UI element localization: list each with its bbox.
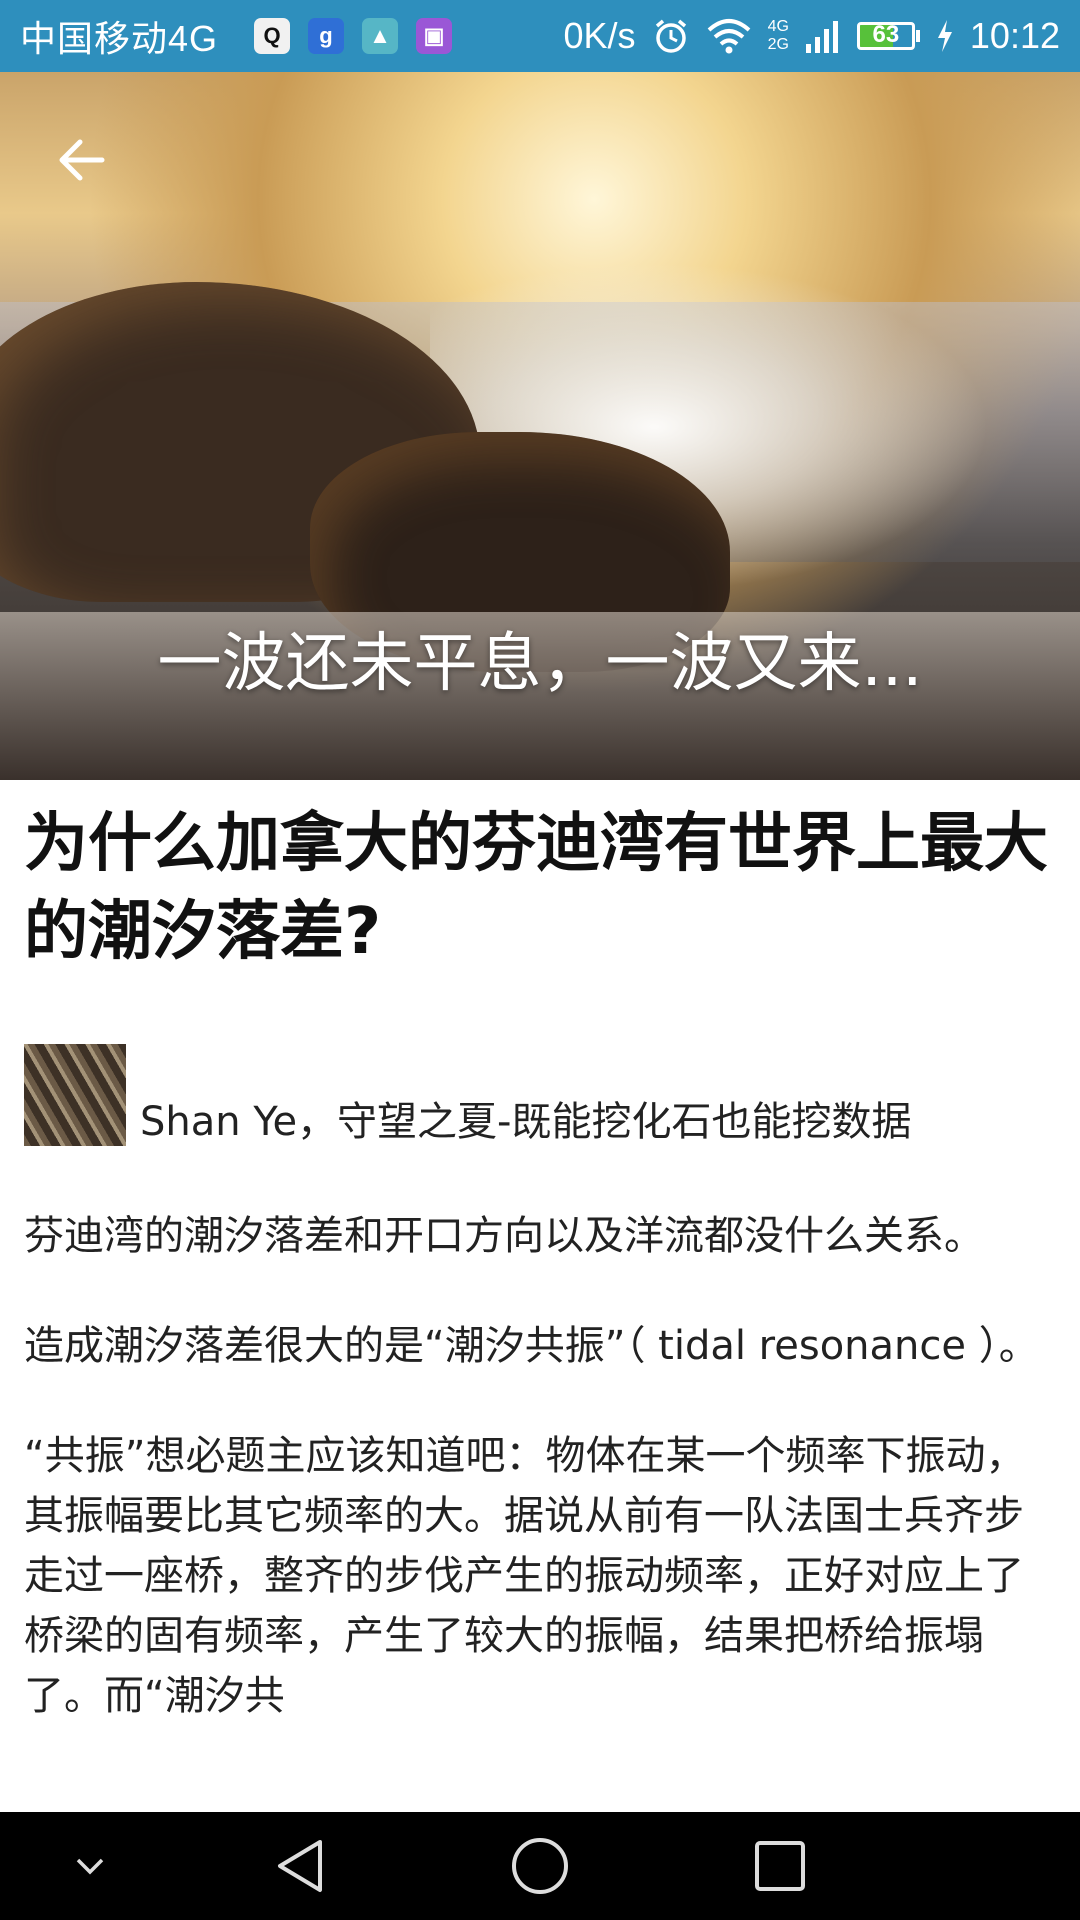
status-right-group: 0K/s 4G 2G 63 10:12: [564, 15, 1060, 57]
clock: 10:12: [969, 15, 1060, 56]
battery-icon: 63: [856, 22, 920, 50]
network-type-bottom: 2G: [767, 36, 789, 53]
home-button[interactable]: [495, 1812, 585, 1920]
network-type-top: 4G: [767, 18, 789, 35]
qq-penguin-icon: Q: [254, 18, 291, 54]
paragraph: 芬迪湾的潮汐落差和开口方向以及洋流都没什么关系。: [24, 1213, 984, 1259]
charging-icon: [937, 20, 952, 52]
chevron-down-icon: [76, 1858, 104, 1875]
recents-button[interactable]: [735, 1812, 825, 1920]
google-g-icon: g: [308, 18, 345, 54]
net-speed: 0K/s: [563, 15, 636, 56]
back-triangle-icon: [278, 1840, 322, 1892]
signal-icon: [805, 21, 838, 53]
article-title: 为什么加拿大的芬迪湾有世界上最大的潮汐落差?: [24, 807, 1048, 969]
home-circle-icon: [512, 1838, 568, 1894]
recents-square-icon: [755, 1841, 805, 1891]
status-bar: 中国移动4G Q g ▲ ▣ 0K/s 4G 2G 63 10:12: [0, 0, 1080, 72]
hide-nav-button[interactable]: [50, 1812, 130, 1920]
paragraph: 造成潮汐落差很大的是“潮汐共振”（ tidal resonance ）。: [24, 1323, 1039, 1369]
author-name[interactable]: Shan Ye，守望之夏-既能挖化石也能挖数据: [140, 1098, 911, 1146]
wifi-icon: [707, 19, 750, 54]
battery-level: 63: [872, 22, 900, 48]
article-content[interactable]: 为什么加拿大的芬迪湾有世界上最大的潮汐落差? Shan Ye，守望之夏-既能挖化…: [24, 780, 1056, 1812]
gallery-icon: ▣: [416, 18, 453, 54]
carrier-label: 中国移动4G: [20, 18, 219, 59]
paragraph: “共振”想必题主应该知道吧：物体在某一个频率下振动，其振幅要比其它频率的大。据说…: [24, 1433, 1026, 1719]
avatar[interactable]: [24, 1044, 126, 1146]
network-type: 4G 2G: [768, 18, 789, 54]
navigation-bar: [0, 1812, 1080, 1920]
alarm-icon: [655, 19, 686, 53]
hero-caption: 一波还未平息，一波又来...: [157, 627, 923, 701]
back-button[interactable]: [255, 1812, 345, 1920]
hero-image: 一波还未平息，一波又来...: [0, 72, 1080, 780]
back-arrow-icon[interactable]: [52, 130, 112, 190]
android-icon: ▲: [362, 18, 399, 54]
author-row[interactable]: Shan Ye，守望之夏-既能挖化石也能挖数据: [24, 1042, 1056, 1146]
